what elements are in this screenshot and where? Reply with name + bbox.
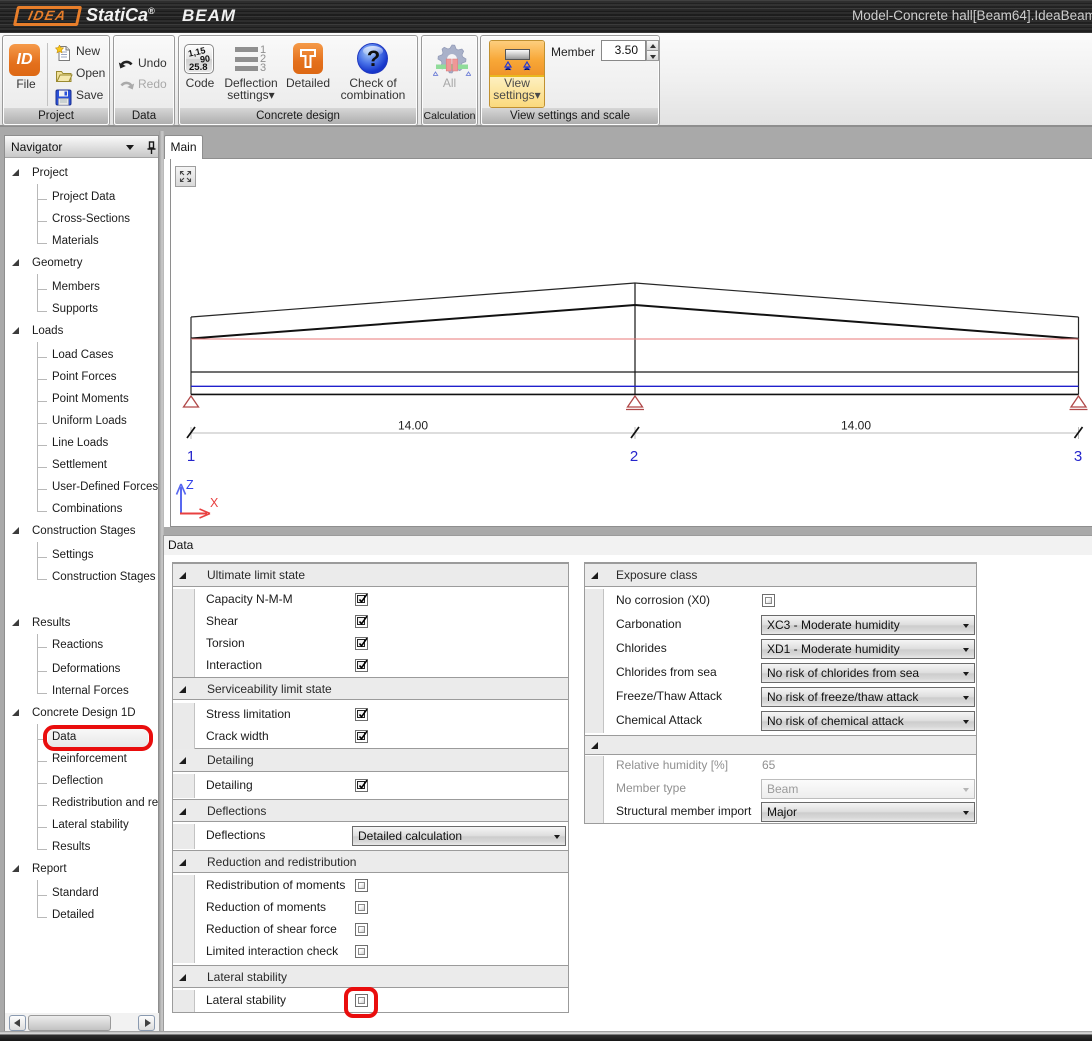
svg-text:X: X [210, 496, 219, 510]
svg-text:14.00: 14.00 [841, 419, 871, 433]
svg-text:1: 1 [187, 448, 195, 465]
svg-text:14.00: 14.00 [398, 419, 428, 433]
svg-text:3: 3 [1074, 448, 1082, 465]
svg-text:Z: Z [186, 478, 194, 492]
svg-text:2: 2 [630, 448, 638, 465]
